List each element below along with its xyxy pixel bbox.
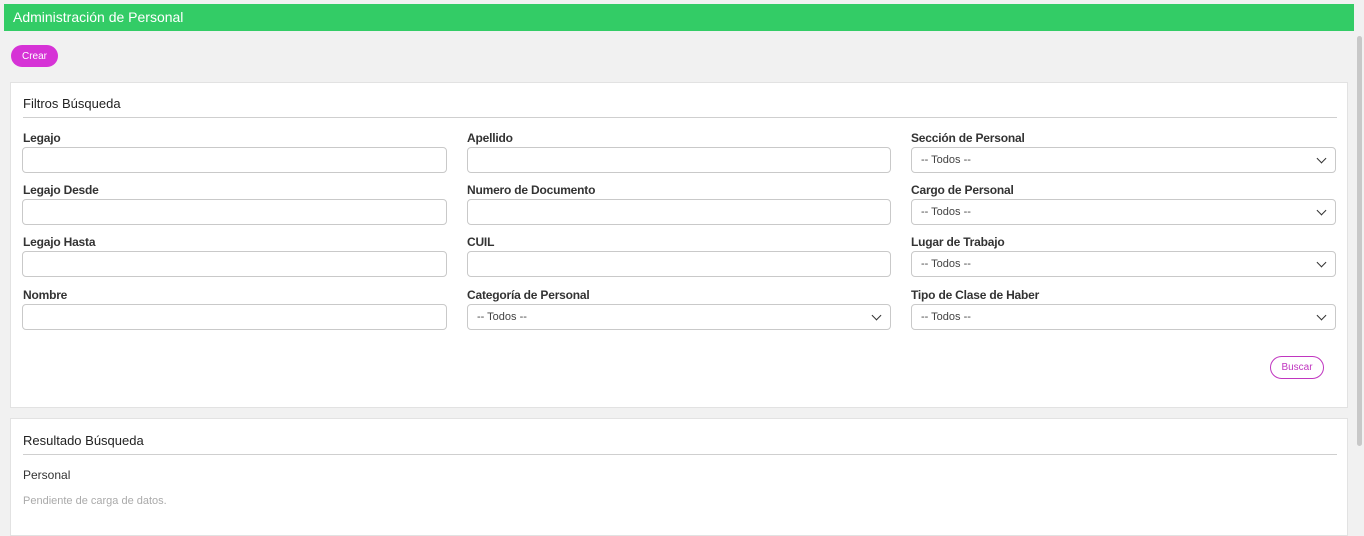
filters-title: Filtros Búsqueda — [23, 96, 121, 111]
chevron-down-icon — [1316, 310, 1327, 321]
chevron-down-icon — [871, 310, 882, 321]
chevron-down-icon — [1316, 257, 1327, 268]
tipo-clase-haber-label: Tipo de Clase de Haber — [911, 288, 1040, 302]
categoria-personal-selected: -- Todos -- — [477, 311, 527, 323]
search-button[interactable]: Buscar — [1270, 356, 1324, 379]
lugar-trabajo-select[interactable]: -- Todos -- — [911, 251, 1336, 277]
legajo-label: Legajo — [23, 131, 61, 145]
legajo-desde-label: Legajo Desde — [23, 183, 99, 197]
seccion-personal-label: Sección de Personal — [911, 131, 1025, 145]
lugar-trabajo-selected: -- Todos -- — [921, 258, 971, 270]
cargo-personal-label: Cargo de Personal — [911, 183, 1014, 197]
categoria-personal-select[interactable]: -- Todos -- — [467, 304, 891, 330]
chevron-down-icon — [1316, 153, 1327, 164]
legajo-input[interactable] — [22, 147, 447, 173]
seccion-personal-select[interactable]: -- Todos -- — [911, 147, 1336, 173]
tipo-clase-haber-selected: -- Todos -- — [921, 311, 971, 323]
nombre-input[interactable] — [22, 304, 447, 330]
nombre-label: Nombre — [23, 288, 68, 302]
results-card: Resultado Búsqueda Personal Pendiente de… — [10, 418, 1348, 536]
categoria-personal-label: Categoría de Personal — [467, 288, 590, 302]
page-header: Administración de Personal — [4, 4, 1354, 31]
legajo-desde-input[interactable] — [22, 199, 447, 225]
seccion-personal-selected: -- Todos -- — [921, 154, 971, 166]
apellido-label: Apellido — [467, 131, 513, 145]
lugar-trabajo-label: Lugar de Trabajo — [911, 235, 1005, 249]
legajo-hasta-label: Legajo Hasta — [23, 235, 96, 249]
page-title: Administración de Personal — [13, 9, 184, 25]
tipo-clase-haber-select[interactable]: -- Todos -- — [911, 304, 1336, 330]
legajo-hasta-input[interactable] — [22, 251, 447, 277]
filters-divider — [23, 117, 1337, 118]
results-subtitle: Personal — [23, 468, 71, 482]
apellido-input[interactable] — [467, 147, 891, 173]
results-divider — [23, 454, 1337, 455]
cargo-personal-select[interactable]: -- Todos -- — [911, 199, 1336, 225]
cuil-input[interactable] — [467, 251, 891, 277]
results-empty-message: Pendiente de carga de datos. — [23, 495, 167, 507]
numero-documento-label: Numero de Documento — [467, 183, 596, 197]
cuil-label: CUIL — [467, 235, 495, 249]
results-title: Resultado Búsqueda — [23, 433, 144, 448]
filters-card: Filtros Búsqueda Legajo Legajo Desde Leg… — [10, 82, 1348, 408]
numero-documento-input[interactable] — [467, 199, 891, 225]
chevron-down-icon — [1316, 205, 1327, 216]
create-button[interactable]: Crear — [11, 45, 58, 67]
page-scrollbar[interactable] — [1357, 36, 1362, 446]
cargo-personal-selected: -- Todos -- — [921, 206, 971, 218]
